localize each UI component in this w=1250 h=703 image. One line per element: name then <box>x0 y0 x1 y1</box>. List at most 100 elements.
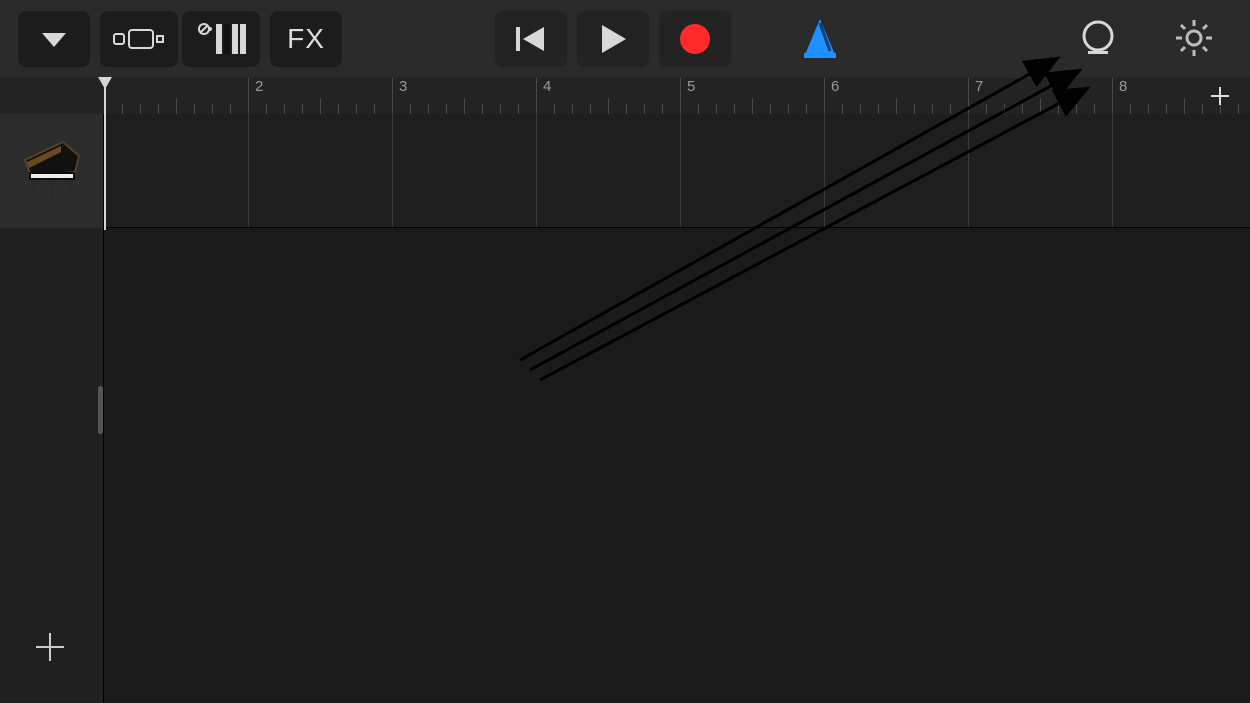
bar-mark: 8 <box>1112 78 1127 114</box>
add-region-button[interactable] <box>1198 78 1242 114</box>
rewind-to-start-icon <box>514 24 548 54</box>
ruler-tick <box>1058 104 1059 114</box>
ruler-tick <box>320 98 321 114</box>
plus-icon <box>33 630 67 664</box>
ruler-tick <box>1130 104 1131 114</box>
barline <box>1112 114 1113 227</box>
ruler-tick <box>662 104 663 114</box>
gear-icon <box>1174 18 1214 58</box>
ruler-tick <box>302 104 303 114</box>
ruler-tick <box>626 104 627 114</box>
ruler-tick <box>968 104 969 114</box>
ruler-tick <box>536 104 537 114</box>
ruler-tick <box>986 104 987 114</box>
ruler-tick <box>392 104 393 114</box>
timeline-ruler[interactable]: 2345678 <box>0 78 1250 114</box>
bar-mark: 5 <box>680 78 695 114</box>
ruler-tick <box>1094 104 1095 114</box>
ruler-tick <box>554 104 555 114</box>
track-lane[interactable] <box>104 114 1250 228</box>
ruler-tick <box>1184 98 1185 114</box>
ruler-tick <box>230 104 231 114</box>
track-header-piano[interactable] <box>0 114 104 228</box>
ruler-tick <box>770 104 771 114</box>
metronome-button[interactable] <box>796 14 844 62</box>
ruler-tick <box>1148 104 1149 114</box>
ruler-inner: 2345678 <box>104 78 1250 114</box>
playhead[interactable] <box>104 78 106 230</box>
fx-button[interactable]: FX <box>270 11 342 67</box>
ruler-tick <box>482 104 483 114</box>
rewind-button[interactable] <box>495 11 567 67</box>
ruler-tick <box>500 104 501 114</box>
bar-mark: 7 <box>968 78 983 114</box>
ruler-tick <box>644 104 645 114</box>
barline <box>248 114 249 227</box>
loop-cycle-icon <box>1078 18 1118 58</box>
metronome-icon <box>800 17 840 59</box>
barline <box>536 114 537 227</box>
bar-mark: 2 <box>248 78 263 114</box>
instrument-browser-button[interactable] <box>18 11 90 67</box>
ruler-tick <box>194 104 195 114</box>
ruler-tick <box>824 104 825 114</box>
ruler-tick <box>752 98 753 114</box>
ruler-tick <box>410 104 411 114</box>
track-view-button[interactable] <box>100 11 178 67</box>
chevron-down-icon <box>38 29 70 49</box>
record-button[interactable] <box>659 11 731 67</box>
grand-piano-icon <box>13 132 91 210</box>
ruler-tick <box>572 104 573 114</box>
ruler-tick <box>878 104 879 114</box>
barline <box>392 114 393 227</box>
ruler-tick <box>140 104 141 114</box>
record-icon <box>678 22 712 56</box>
ruler-tick <box>590 104 591 114</box>
ruler-tick <box>248 104 249 114</box>
ruler-tick <box>428 104 429 114</box>
play-button[interactable] <box>577 11 649 67</box>
ruler-tick <box>176 98 177 114</box>
ruler-tick <box>338 104 339 114</box>
empty-workspace <box>104 228 1250 703</box>
ruler-tick <box>284 104 285 114</box>
ruler-tick <box>1004 104 1005 114</box>
ruler-tick <box>896 98 897 114</box>
add-track-button[interactable] <box>24 621 76 673</box>
ruler-tick <box>734 104 735 114</box>
bar-mark: 3 <box>392 78 407 114</box>
settings-button[interactable] <box>1170 14 1218 62</box>
top-toolbar: FX <box>0 0 1250 78</box>
smart-controls-button[interactable] <box>182 11 260 67</box>
ruler-tick <box>932 104 933 114</box>
plus-icon <box>1208 84 1232 108</box>
ruler-tick <box>950 104 951 114</box>
ruler-tick <box>698 104 699 114</box>
barline <box>680 114 681 227</box>
ruler-tick <box>1166 104 1167 114</box>
ruler-tick <box>518 104 519 114</box>
loop-browser-button[interactable] <box>1074 14 1122 62</box>
scroll-indicator[interactable] <box>98 386 103 434</box>
ruler-tick <box>788 104 789 114</box>
garageband-tracks-view: FX <box>0 0 1250 703</box>
barline <box>824 114 825 227</box>
ruler-tick <box>1022 104 1023 114</box>
barline <box>968 114 969 227</box>
ruler-tick <box>806 104 807 114</box>
ruler-tick <box>158 104 159 114</box>
ruler-tick <box>1076 104 1077 114</box>
ruler-tick <box>122 104 123 114</box>
ruler-tick <box>608 98 609 114</box>
ruler-tick <box>680 104 681 114</box>
ruler-tick <box>914 104 915 114</box>
ruler-tick <box>1112 104 1113 114</box>
play-icon <box>598 23 628 55</box>
fx-label: FX <box>287 23 325 55</box>
bar-mark: 4 <box>536 78 551 114</box>
ruler-tick <box>212 104 213 114</box>
ruler-tick <box>266 104 267 114</box>
ruler-tick <box>464 98 465 114</box>
ruler-tick <box>716 104 717 114</box>
ruler-tick <box>356 104 357 114</box>
